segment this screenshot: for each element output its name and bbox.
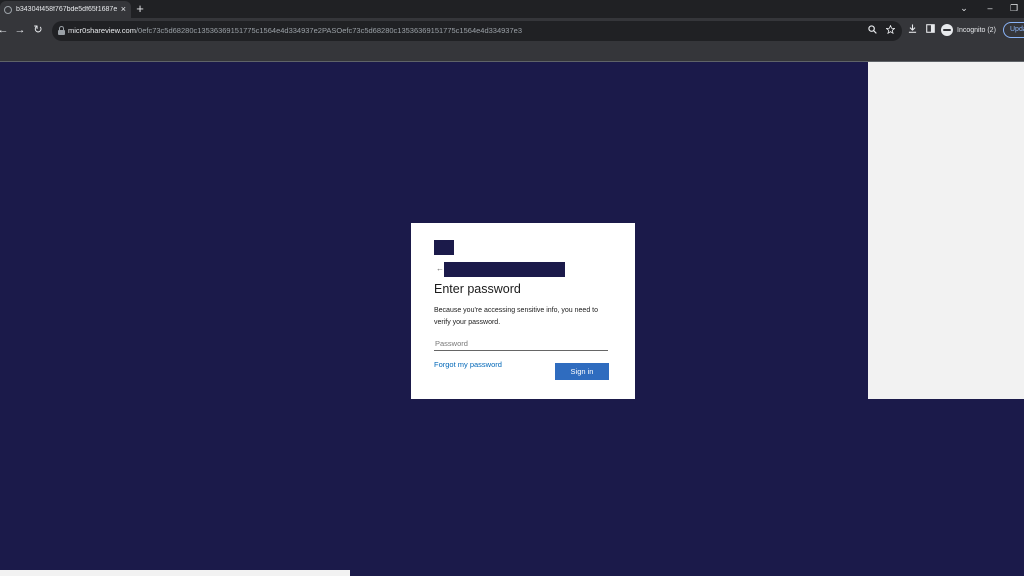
browser-tab[interactable]: b34304f458f767bde5df65f1687e × <box>0 1 131 18</box>
close-tab-icon[interactable]: × <box>121 4 126 14</box>
redacted-email <box>444 262 565 277</box>
minimize-icon[interactable]: – <box>984 2 996 14</box>
reload-icon[interactable]: ↻ <box>31 23 45 37</box>
globe-icon <box>4 5 12 14</box>
download-icon[interactable] <box>906 24 918 36</box>
side-panel-icon[interactable] <box>924 24 936 36</box>
description-text: Because you're accessing sensitive info,… <box>434 307 598 326</box>
tab-search-icon[interactable]: ⌄ <box>958 2 970 14</box>
restore-icon[interactable]: ❐ <box>1008 2 1020 14</box>
login-card: ← Enter password Because you're accessin… <box>411 223 635 399</box>
incognito-label[interactable]: Incognito (2) <box>957 26 996 35</box>
back-icon[interactable]: ← <box>0 23 10 37</box>
tab-title: b34304f458f767bde5df65f1687e <box>16 6 118 13</box>
password-input[interactable] <box>434 337 608 351</box>
back-arrow-icon[interactable]: ← <box>436 264 444 274</box>
incognito-icon[interactable] <box>941 24 953 36</box>
address-bar[interactable]: micr0shareview.com/0efc73c5d68280c135363… <box>52 21 902 41</box>
forgot-password-link[interactable]: Forgot my password <box>434 360 502 370</box>
sign-in-button[interactable]: Sign in <box>555 363 609 380</box>
new-tab-icon[interactable]: + <box>134 2 146 16</box>
url-path: /0efc73c5d68280c135363691517​75c1564e4d3… <box>135 26 522 35</box>
url-text[interactable]: micr0shareview.com/0efc73c5d68280c135363… <box>68 26 522 36</box>
side-panel-placeholder <box>868 62 1024 399</box>
page-background: ← Enter password Because you're accessin… <box>0 62 1024 576</box>
page-title: Enter password <box>434 282 521 296</box>
bottom-strip <box>0 570 350 576</box>
search-icon[interactable] <box>866 25 878 37</box>
tab-strip: b34304f458f767bde5df65f1687e × + ⌄ – ❐ <box>0 0 1024 18</box>
screen: b34304f458f767bde5df65f1687e × + ⌄ – ❐ ←… <box>0 0 1024 576</box>
star-icon[interactable] <box>884 24 896 37</box>
lock-icon[interactable] <box>58 26 65 35</box>
update-button[interactable]: Upda <box>1003 22 1024 38</box>
redacted-logo <box>434 240 454 255</box>
bookmarks-bar <box>0 44 1024 62</box>
url-host: micr0shareview.com <box>68 26 136 35</box>
browser-toolbar: ← → ↻ micr0shareview.com/0efc73c5d68280c… <box>0 18 1024 44</box>
forward-icon[interactable]: → <box>13 23 27 37</box>
